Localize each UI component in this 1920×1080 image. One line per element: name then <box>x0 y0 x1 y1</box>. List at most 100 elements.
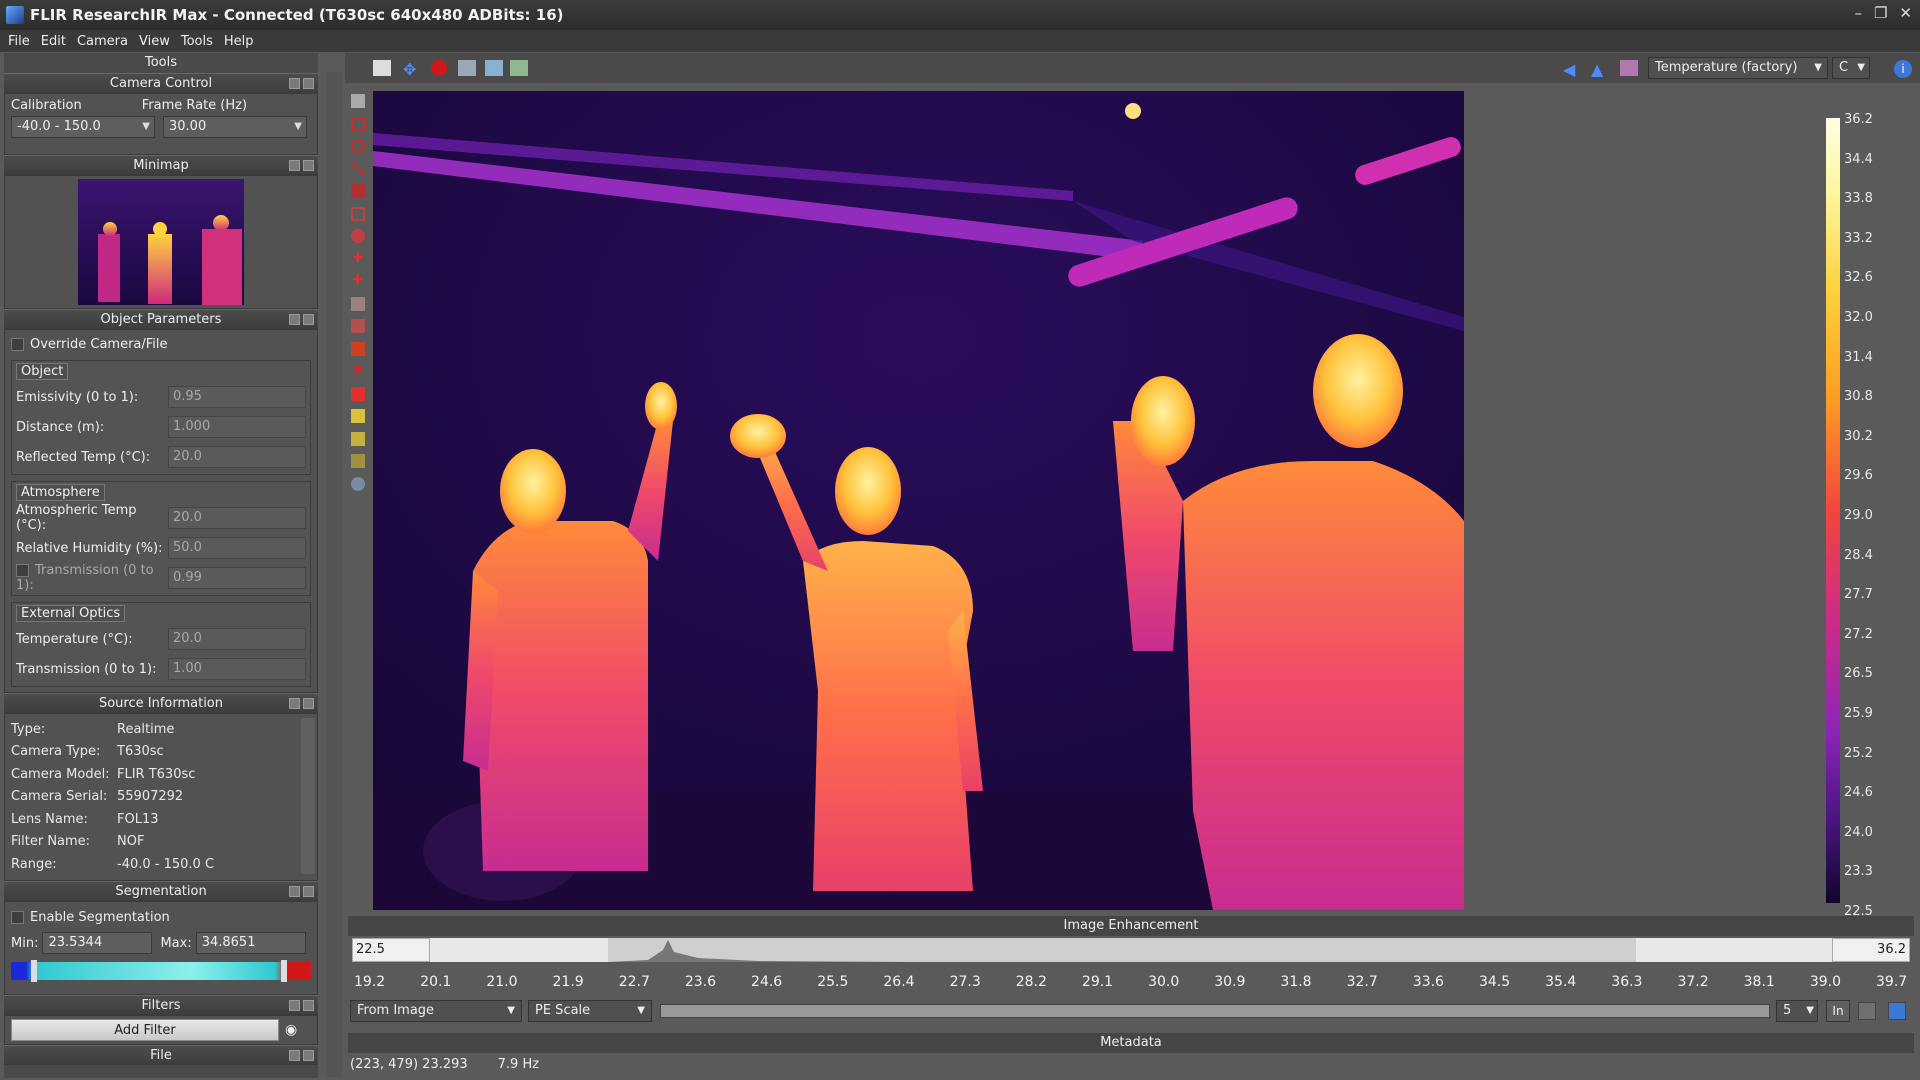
sequence-icon[interactable] <box>510 60 528 76</box>
camera-control-header[interactable]: Camera Control <box>4 73 318 93</box>
source-information-header[interactable]: Source Information <box>4 693 318 713</box>
source-scrollbar[interactable] <box>301 718 315 874</box>
histogram-tick-label: 37.2 <box>1677 974 1709 990</box>
snapshot-icon[interactable] <box>458 60 476 76</box>
collapse-icon[interactable] <box>289 78 300 89</box>
add-filter-button[interactable]: Add Filter <box>11 1019 279 1041</box>
float-icon[interactable] <box>303 160 314 171</box>
polygon-tool-icon[interactable] <box>351 206 365 221</box>
reflected-temp-field[interactable]: 20.0 <box>168 446 306 468</box>
line-tool-icon[interactable] <box>351 161 365 176</box>
thermal-image[interactable] <box>373 91 1464 910</box>
transmission-checkbox[interactable] <box>16 564 29 577</box>
float-icon[interactable] <box>303 1050 314 1061</box>
enable-segmentation-checkbox[interactable] <box>11 910 24 924</box>
collapse-icon[interactable] <box>289 698 300 709</box>
menu-camera[interactable]: Camera <box>77 34 128 49</box>
collapse-icon[interactable] <box>289 160 300 171</box>
histogram-high-field[interactable]: 36.2 <box>1832 938 1910 962</box>
freehand-tool-icon[interactable] <box>351 229 365 243</box>
step-select[interactable]: 5 ▼ <box>1776 1000 1818 1022</box>
collapse-icon[interactable] <box>289 1000 300 1011</box>
in-button[interactable]: In <box>1826 1000 1850 1022</box>
minimize-button[interactable]: – <box>1854 4 1862 22</box>
menu-edit[interactable]: Edit <box>41 34 66 49</box>
polyline-tool-icon[interactable] <box>351 184 365 198</box>
filters-header[interactable]: Filters <box>4 995 318 1015</box>
menu-tools[interactable]: Tools <box>181 34 213 49</box>
menu-view[interactable]: View <box>139 34 170 49</box>
tools-scrollbar[interactable] <box>326 72 342 1077</box>
move-tool-icon[interactable] <box>351 296 365 311</box>
humidity-field[interactable]: 50.0 <box>168 537 306 559</box>
menu-file[interactable]: File <box>8 34 30 49</box>
load-roi-icon[interactable] <box>351 454 365 468</box>
palette-icon[interactable] <box>1620 60 1638 76</box>
colorbar-tick-label: 30.8 <box>1844 389 1873 405</box>
edit-tool-icon[interactable] <box>351 319 365 333</box>
record-icon[interactable] <box>431 60 447 76</box>
distance-field[interactable]: 1.000 <box>168 416 306 438</box>
select-tool-icon[interactable] <box>351 94 365 108</box>
collapse-icon[interactable] <box>289 886 300 897</box>
file-header[interactable]: File <box>4 1045 318 1065</box>
flip-horizontal-icon[interactable]: ◀ <box>1563 60 1581 79</box>
max-handle[interactable] <box>281 960 287 982</box>
eye-icon[interactable]: ◉ <box>285 1022 297 1038</box>
float-icon[interactable] <box>303 78 314 89</box>
minimap-header[interactable]: Minimap <box>4 155 318 175</box>
histogram-low-field[interactable]: 22.5 <box>352 938 430 962</box>
spot-tool-icon[interactable]: ✚ <box>351 251 365 266</box>
source-info-key: Camera Type: <box>11 744 101 760</box>
histogram-tick-label: 27.3 <box>949 974 981 990</box>
collapse-icon[interactable] <box>289 1050 300 1061</box>
save-roi-icon[interactable] <box>351 431 365 446</box>
object-parameters-header[interactable]: Object Parameters <box>4 309 318 329</box>
segmentation-header[interactable]: Segmentation <box>4 881 318 901</box>
range-source-select[interactable]: From Image ▼ <box>350 1000 522 1022</box>
emissivity-field[interactable]: 0.95 <box>168 386 306 408</box>
optics-transmission-field[interactable]: 1.00 <box>168 658 306 680</box>
visibility-icon[interactable] <box>351 476 365 491</box>
menu-help[interactable]: Help <box>224 34 254 49</box>
min-handle[interactable] <box>31 960 37 982</box>
float-icon[interactable] <box>303 314 314 325</box>
optics-temp-field[interactable]: 20.0 <box>168 628 306 650</box>
close-button[interactable]: ✕ <box>1899 4 1912 22</box>
histogram[interactable]: 22.5 36.2 <box>352 938 1910 962</box>
float-icon[interactable] <box>303 1000 314 1011</box>
calibration-select[interactable]: -40.0 - 150.0 ▼ <box>11 116 155 138</box>
image-enhancement-header[interactable]: Image Enhancement <box>348 916 1914 936</box>
hotspot-tool-icon[interactable]: ✚ <box>351 274 365 288</box>
crosshair-icon[interactable]: ✥ <box>403 60 421 79</box>
lock-icon[interactable] <box>1858 1002 1876 1020</box>
transmission-field[interactable]: 0.99 <box>168 567 306 589</box>
flip-vertical-icon[interactable]: ▲ <box>1591 60 1609 79</box>
frame-rate-select[interactable]: 30.00 ▼ <box>163 116 307 138</box>
rectangle-tool-icon[interactable] <box>351 116 365 131</box>
info-icon[interactable]: i <box>1894 60 1912 78</box>
ellipse-tool-icon[interactable] <box>351 139 365 153</box>
restore-button[interactable]: ❐ <box>1874 4 1887 22</box>
metadata-header[interactable]: Metadata <box>348 1033 1914 1053</box>
color-tool-icon[interactable] <box>351 341 365 356</box>
segmentation-range-slider[interactable] <box>11 960 311 982</box>
layout-icon[interactable] <box>373 60 391 76</box>
override-checkbox[interactable] <box>11 337 24 351</box>
measurement-select[interactable]: Temperature (factory) ▼ <box>1648 57 1828 79</box>
collapse-icon[interactable] <box>289 314 300 325</box>
float-icon[interactable] <box>303 886 314 897</box>
delete-tool-icon[interactable]: ✖ <box>351 364 365 378</box>
auto-adjust-icon[interactable] <box>1888 1002 1906 1020</box>
min-field[interactable]: 23.5344 <box>42 932 153 954</box>
atm-temp-field[interactable]: 20.0 <box>168 507 306 529</box>
scale-select[interactable]: PE Scale ▼ <box>528 1000 652 1022</box>
open-folder-icon[interactable] <box>351 409 365 423</box>
unit-select[interactable]: C ▼ <box>1832 57 1870 79</box>
float-icon[interactable] <box>303 698 314 709</box>
clear-tool-icon[interactable] <box>351 386 365 401</box>
max-field[interactable]: 34.8651 <box>195 932 306 954</box>
export-icon[interactable] <box>485 60 503 76</box>
minimap-thumbnail[interactable] <box>78 179 244 305</box>
enhancement-slider[interactable] <box>660 1004 1770 1018</box>
